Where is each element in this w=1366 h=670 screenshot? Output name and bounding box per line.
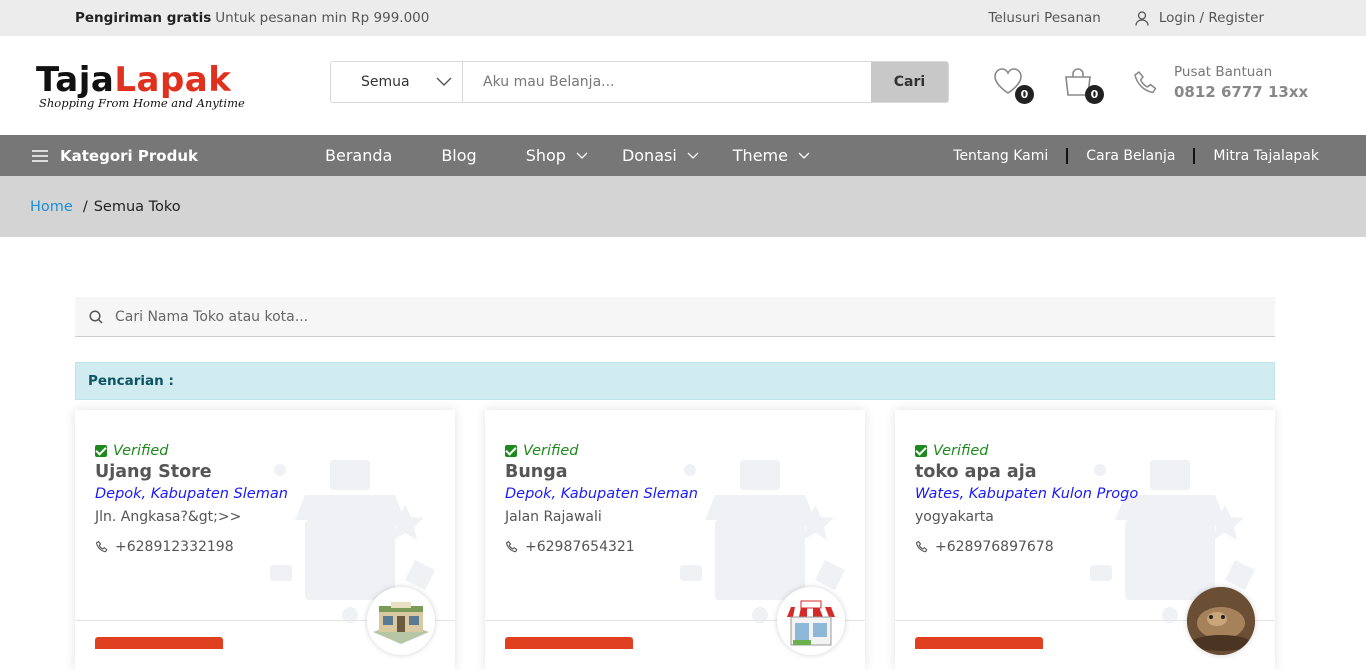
logo-part2: Lapak [114,60,232,100]
nav-item-label: Theme [732,146,788,165]
store-card[interactable]: Verified Bunga Depok, Kabupaten Sleman J… [485,410,865,670]
login-separator: / [1199,10,1205,26]
wishlist-count: 0 [1015,85,1034,104]
help-center[interactable]: Pusat Bantuan 0812 6777 13xx [1132,64,1308,101]
search-button[interactable]: Cari [871,62,948,102]
store-avatar [1187,587,1255,655]
store-list: Verified Ujang Store Depok, Kabupaten Sl… [75,410,1275,670]
verified-badge: Verified [915,443,1138,459]
visit-store-button[interactable] [915,637,1043,649]
wishlist-button[interactable]: 0 [992,66,1034,104]
store-avatar [777,587,845,655]
user-icon [1135,10,1149,26]
store-location: Depok, Kabupaten Sleman [505,486,698,502]
nav-item-shop[interactable]: Shop [526,146,588,165]
verified-badge: Verified [95,443,288,459]
cart-button[interactable]: 0 [1062,66,1104,104]
verified-label: Verified [113,443,169,459]
breadcrumb-separator: / [82,198,88,215]
store-location: Depok, Kabupaten Sleman [95,486,288,502]
store-building-image [373,602,429,644]
nav-item-label: Donasi [621,146,677,165]
store-card[interactable]: Verified Ujang Store Depok, Kabupaten Sl… [75,410,455,670]
phone-icon [95,540,108,553]
category-select[interactable]: Semua [331,62,463,102]
store-phone-number: +62987654321 [525,539,635,555]
help-center-phone: 0812 6777 13xx [1174,83,1309,101]
promo: Pengiriman gratis Untuk pesanan min Rp 99… [75,10,429,26]
help-center-label: Pusat Bantuan [1174,64,1273,80]
logo-part1: Taja [36,60,115,100]
nav-item-label: Beranda [325,146,393,165]
store-phone-number: +628912332198 [115,539,234,555]
store-avatar [367,587,435,655]
hamburger-icon [32,149,48,162]
category-menu-button[interactable]: Kategori Produk [32,147,198,165]
store-phone: +628976897678 [915,539,1138,555]
chevron-down-icon [436,77,452,86]
track-order-link[interactable]: Telusuri Pesanan [988,10,1100,26]
nav-item-theme[interactable]: Theme [733,146,810,165]
cart-count: 0 [1085,85,1104,104]
promo-bold: Pengiriman gratis [75,10,212,26]
verified-label: Verified [523,443,579,459]
breadcrumb-home[interactable]: Home [30,199,73,215]
nav-divider [1193,147,1196,164]
site-logo[interactable]: TajaLapak Shopping From Home and Anytime [36,62,276,112]
top-bar: Pengiriman gratis Untuk pesanan min Rp 99… [0,0,1366,36]
search-icon [89,309,103,324]
phone-icon [505,540,518,553]
chevron-down-icon [798,152,810,159]
breadcrumb-current: Semua Toko [93,198,181,215]
search-result-label: Pencarian : [75,362,1275,400]
main-nav: Kategori Produk Beranda Blog Shop Donasi… [0,135,1366,176]
store-address: Jalan Rajawali [505,509,602,525]
verified-label: Verified [933,443,989,459]
nav-item-donasi[interactable]: Donasi [622,146,699,165]
store-card[interactable]: Verified toko apa aja Wates, Kabupaten K… [895,410,1275,670]
verified-badge: Verified [505,443,698,459]
store-search-input[interactable] [115,308,1015,325]
animal-photo-image [1187,587,1255,655]
store-address: yogyakarta [915,509,994,525]
login-link[interactable]: Login [1159,10,1195,26]
promo-text: Untuk pesanan min Rp 999.000 [215,10,430,26]
product-search-input[interactable] [463,62,871,102]
store-phone: +62987654321 [505,539,698,555]
nav-item-blog[interactable]: Blog [441,146,476,165]
nav-item-label: Shop [525,146,566,165]
category-select-value: Semua [361,74,410,90]
store-address: Jln. Angkasa?&gt;>> [95,509,242,525]
store-name[interactable]: Ujang Store [95,462,288,482]
store-phone-number: +628976897678 [935,539,1054,555]
nav-item-label: Blog [441,146,477,165]
chevron-down-icon [687,152,699,159]
store-name[interactable]: Bunga [505,462,698,482]
visit-store-button[interactable] [505,637,633,649]
store-phone: +628912332198 [95,539,288,555]
store-search-bar [75,297,1275,337]
nav-link-mitra[interactable]: Mitra Tajalapak [1213,148,1319,164]
breadcrumb: Home / Semua Toko [0,176,1366,237]
nav-link-cara-belanja[interactable]: Cara Belanja [1086,148,1175,164]
chevron-down-icon [576,152,588,159]
phone-icon [1134,70,1157,93]
nav-link-tentang-kami[interactable]: Tentang Kami [953,148,1048,164]
product-search-bar: Semua Cari [330,61,949,103]
store-name[interactable]: toko apa aja [915,462,1138,482]
logo-tagline: Shopping From Home and Anytime [39,96,245,110]
checkbox-checked-icon [95,445,107,457]
checkbox-checked-icon [915,445,927,457]
shop-awning-image [787,600,835,646]
phone-icon [915,540,928,553]
register-link[interactable]: Register [1208,10,1264,26]
checkbox-checked-icon [505,445,517,457]
store-location: Wates, Kabupaten Kulon Progo [915,486,1139,502]
category-menu-label: Kategori Produk [60,146,198,165]
visit-store-button[interactable] [95,637,223,649]
nav-divider [1066,147,1069,164]
nav-item-beranda[interactable]: Beranda [325,146,392,165]
